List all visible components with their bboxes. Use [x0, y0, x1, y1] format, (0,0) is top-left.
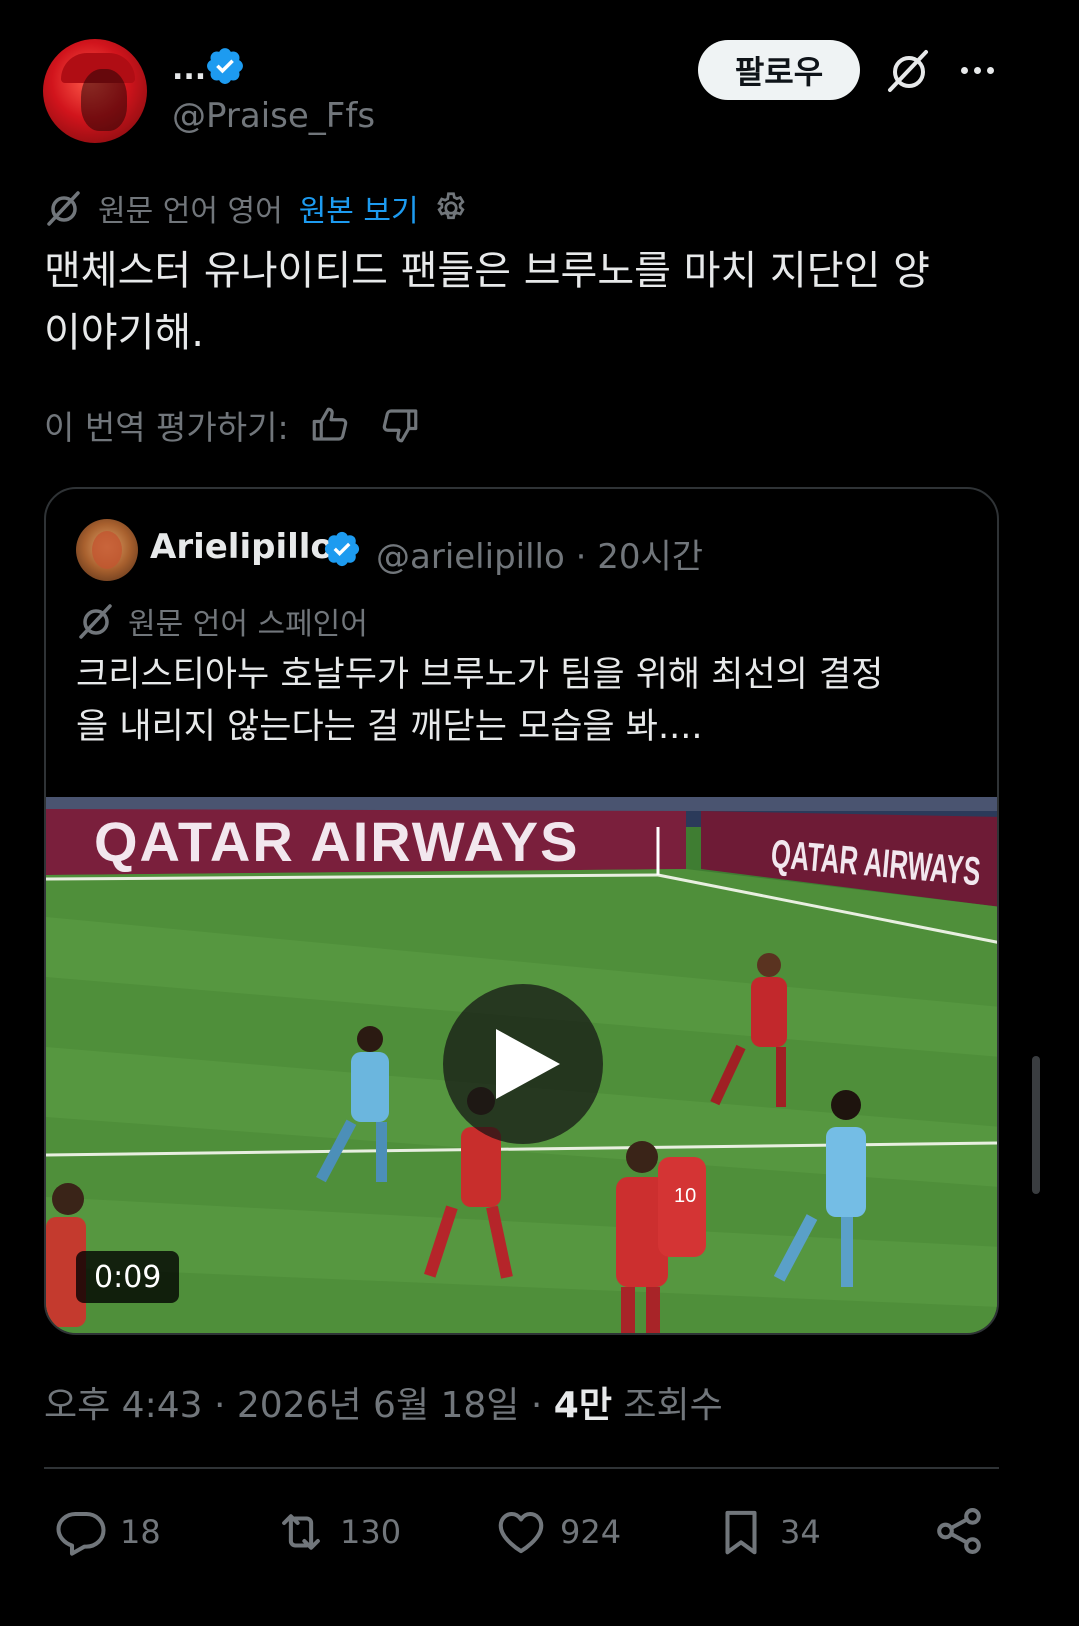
- translation-row: 원문 언어 영어 원본 보기: [44, 186, 469, 230]
- translation-note: 원문 언어 영어: [98, 194, 283, 229]
- grok-icon[interactable]: [884, 46, 934, 96]
- quoted-text-line: 크리스티아누 호날두가 브루노가 팀을 위해 최선의 결정: [76, 655, 884, 695]
- reply-icon: [56, 1511, 106, 1556]
- rate-translation-label: 이 번역 평가하기:: [44, 408, 289, 447]
- thumbs-up-icon[interactable]: [309, 404, 351, 446]
- video-player[interactable]: QATAR AIRWAYS QATAR AIRWAYS 10 0:09: [46, 797, 997, 1333]
- reply-button[interactable]: 18: [54, 1502, 161, 1562]
- gear-icon[interactable]: [433, 190, 469, 226]
- reply-count: 18: [120, 1513, 161, 1551]
- tweet-text-line: 맨체스터 유나이티드 팬들은 브루노를 마치 지단인 양: [44, 248, 930, 294]
- share-icon[interactable]: [932, 1504, 986, 1558]
- tweet-text-line: 이야기해.: [44, 310, 204, 356]
- more-options-icon[interactable]: [955, 52, 999, 88]
- tweet-timestamp[interactable]: 오후 4:43 · 2026년 6월 18일 ·: [44, 1385, 554, 1426]
- retweet-button[interactable]: 130: [274, 1502, 401, 1562]
- ad-banner-left: QATAR AIRWAYS: [94, 810, 579, 873]
- views-label: 조회수: [611, 1385, 723, 1426]
- author-avatar[interactable]: [43, 39, 147, 143]
- retweet-count: 130: [340, 1513, 402, 1551]
- bookmark-button[interactable]: 34: [714, 1502, 821, 1562]
- tweet-text: 맨체스터 유나이티드 팬들은 브루노를 마치 지단인 양 이야기해.: [44, 240, 1034, 364]
- thumbs-down-icon[interactable]: [379, 404, 421, 446]
- player-number: 10: [674, 1185, 696, 1207]
- bookmark-count: 34: [780, 1513, 821, 1551]
- quoted-author-handle-time: @arielipillo · 20시간: [376, 537, 704, 577]
- avatar-face: [81, 69, 127, 131]
- quoted-text-line: 을 내리지 않는다는 걸 깨닫는 모습을 봐....: [76, 707, 703, 747]
- play-icon: [496, 1029, 560, 1099]
- author-display-name[interactable]: ...: [172, 52, 206, 87]
- grok-translate-icon: [47, 191, 80, 226]
- retweet-icon: [282, 1514, 320, 1550]
- tweet-meta: 오후 4:43 · 2026년 6월 18일 · 4만 조회수: [44, 1376, 723, 1428]
- bookmark-icon: [725, 1510, 757, 1555]
- quoted-tweet-text: 크리스티아누 호날두가 브루노가 팀을 위해 최선의 결정 을 내리지 않는다는…: [76, 649, 976, 753]
- author-handle[interactable]: @Praise_Ffs: [172, 96, 375, 136]
- quoted-author-avatar[interactable]: [76, 519, 138, 581]
- heart-icon: [498, 1511, 544, 1554]
- quoted-translation-note: 원문 언어 스페인어: [128, 607, 368, 642]
- scrollbar[interactable]: [1032, 1056, 1040, 1194]
- verified-badge-icon: [322, 529, 362, 569]
- verified-badge-icon: [204, 45, 246, 87]
- show-original-link[interactable]: 원본 보기: [299, 186, 419, 230]
- like-button[interactable]: 924: [494, 1502, 621, 1562]
- divider: [44, 1467, 999, 1469]
- video-duration: 0:09: [76, 1251, 180, 1303]
- views-count: 4만: [553, 1385, 612, 1426]
- play-button[interactable]: [443, 984, 603, 1144]
- quoted-tweet-card[interactable]: Arielipillo @arielipillo · 20시간 원문 언어 스페…: [44, 487, 999, 1335]
- rate-translation-row: 이 번역 평가하기:: [44, 400, 421, 450]
- grok-translate-icon: [79, 604, 112, 639]
- follow-button[interactable]: 팔로우: [698, 40, 860, 100]
- quoted-translation-row: 원문 언어 스페인어: [76, 599, 368, 643]
- quoted-author-name[interactable]: Arielipillo: [150, 527, 334, 567]
- like-count: 924: [560, 1513, 622, 1551]
